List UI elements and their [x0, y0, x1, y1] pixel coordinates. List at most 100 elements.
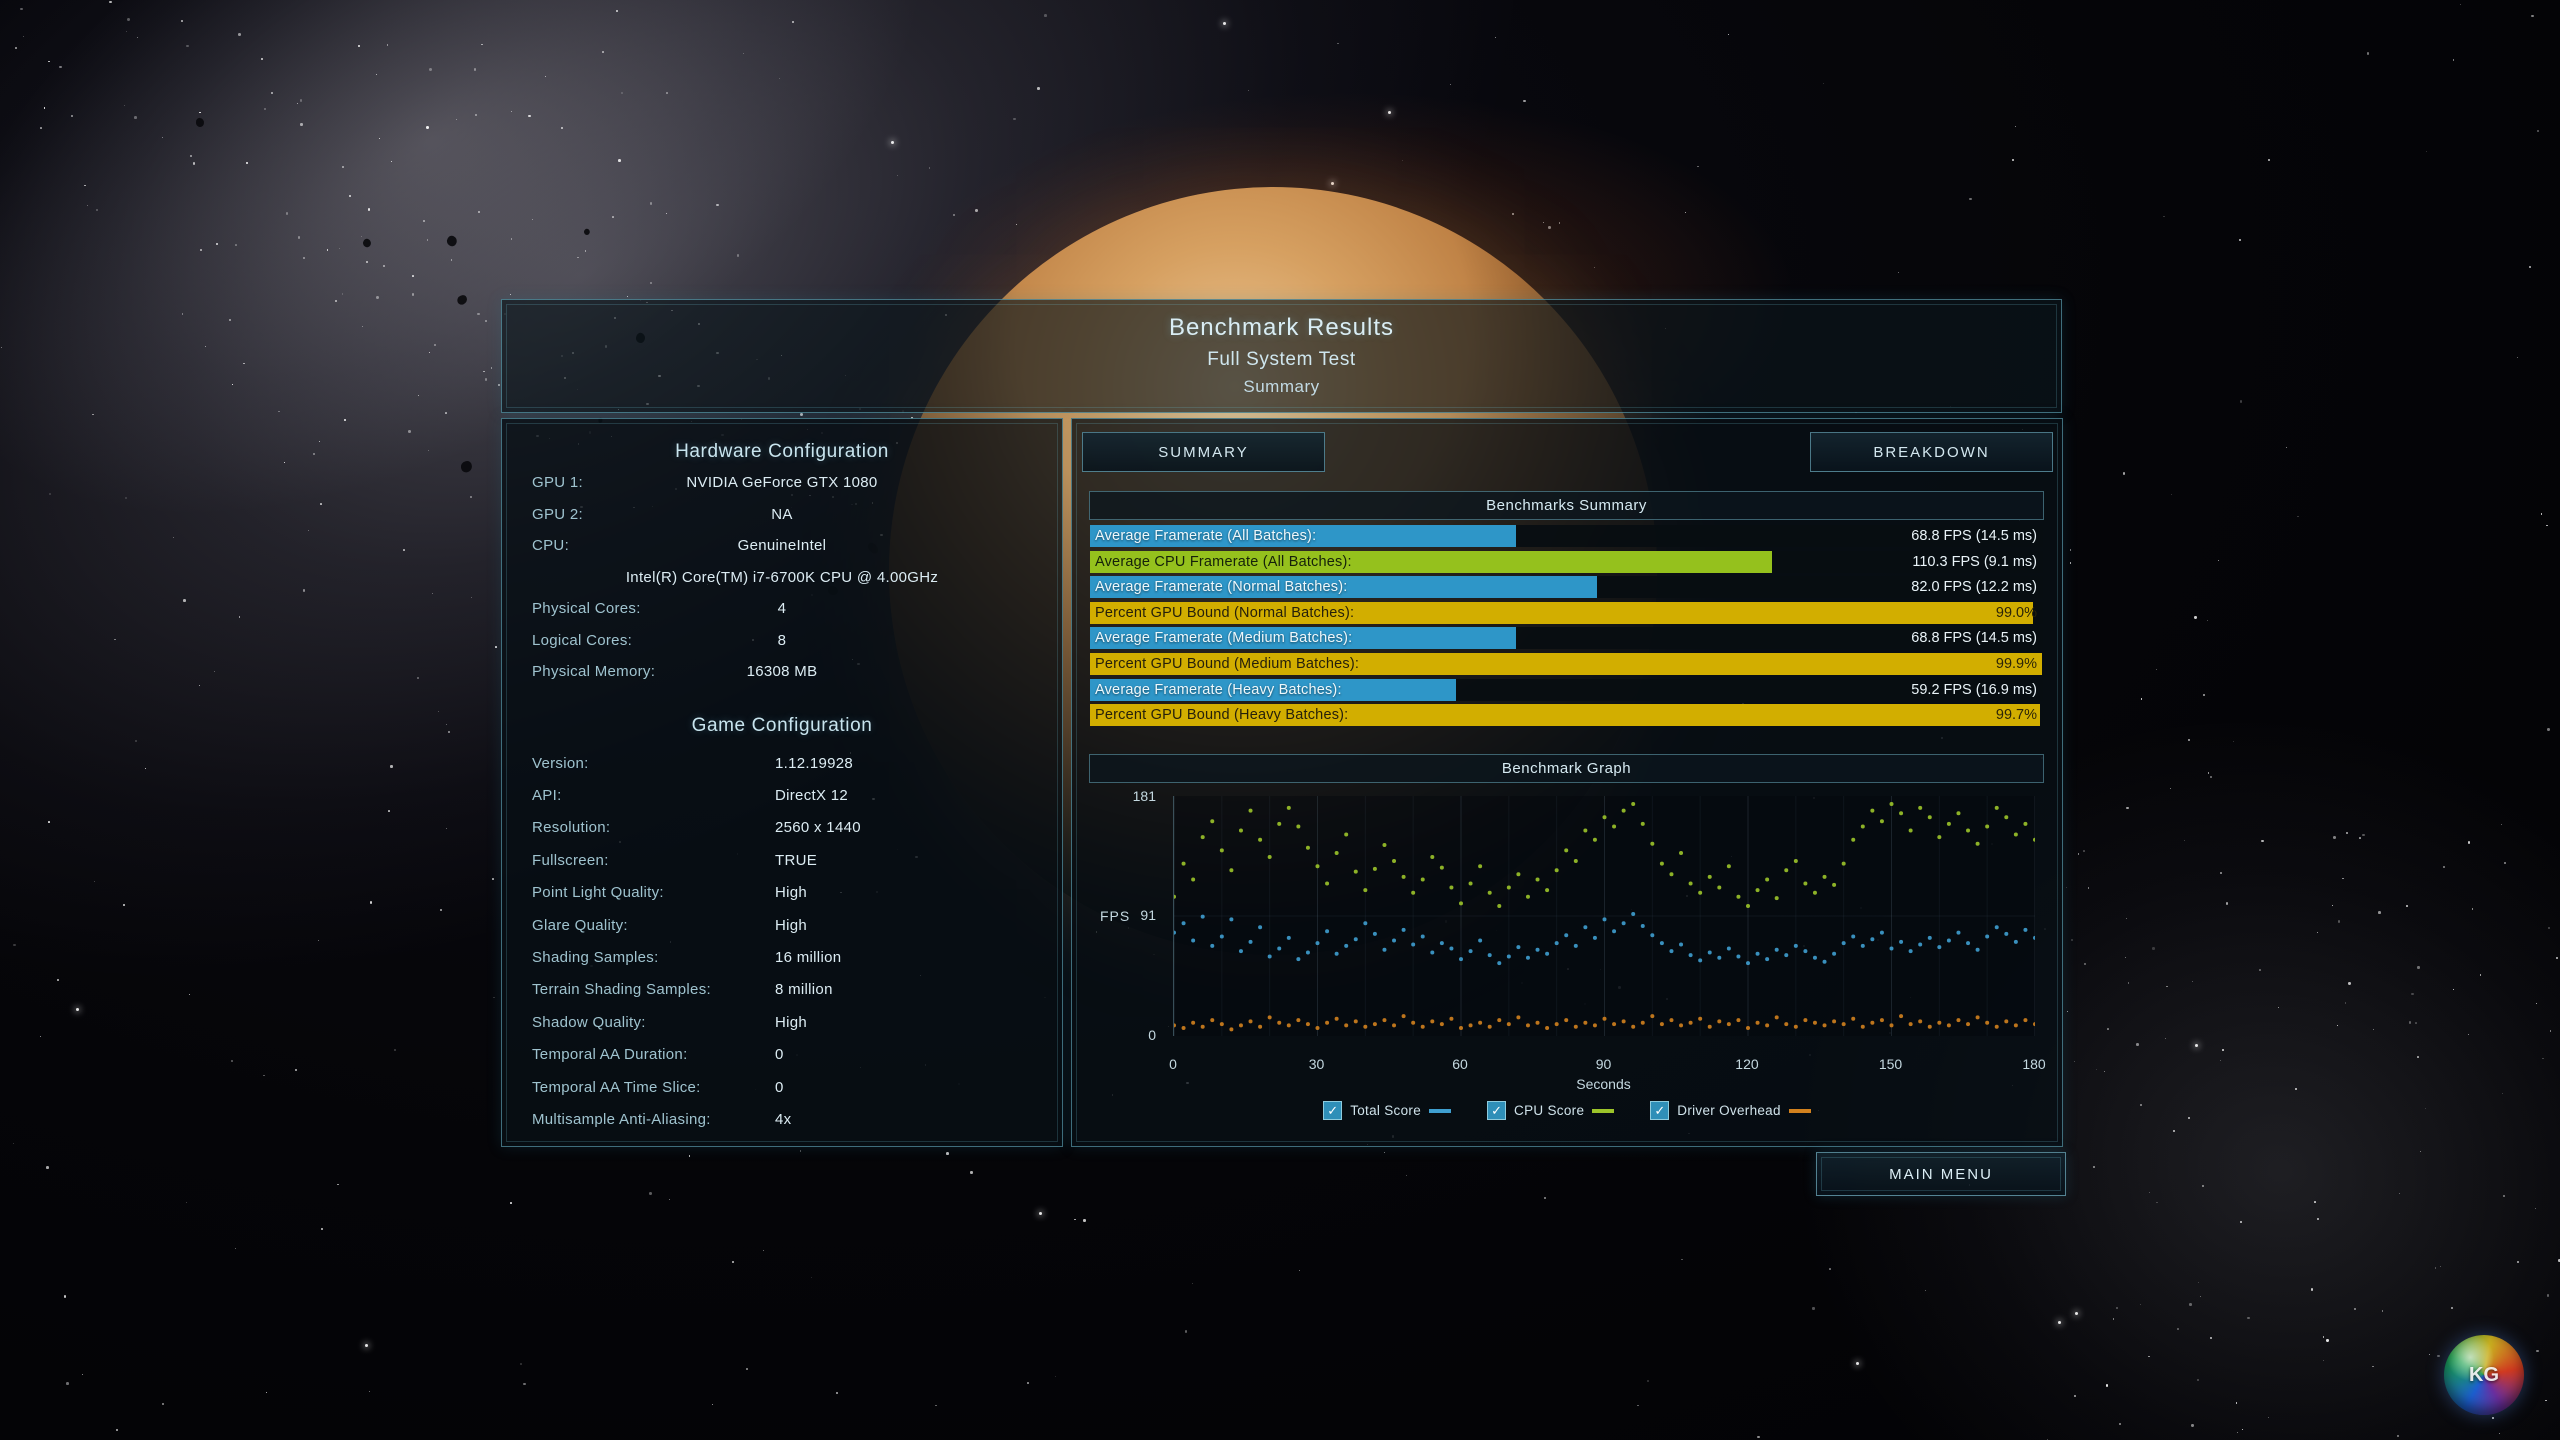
- legend-swatch: [1429, 1109, 1451, 1113]
- star: [162, 137, 163, 138]
- legend-checkbox[interactable]: ✓: [1323, 1101, 1342, 1120]
- benchmark-row-label: Percent GPU Bound (Medium Batches):: [1095, 653, 1359, 675]
- star: [2015, 126, 2016, 127]
- star: [1384, 1152, 1385, 1153]
- legend-label: Driver Overhead: [1677, 1103, 1781, 1118]
- star: [94, 881, 95, 882]
- config-label: Multisample Anti-Aliasing:: [532, 1103, 711, 1135]
- star: [510, 1202, 512, 1204]
- star: [2247, 1317, 2249, 1319]
- star: [320, 503, 322, 505]
- benchmark-row: Average Framerate (All Batches): 68.8 FPS…: [1090, 525, 2043, 547]
- legend-checkbox[interactable]: ✓: [1650, 1101, 1669, 1120]
- star: [2333, 836, 2336, 839]
- star: [2239, 239, 2241, 241]
- star: [746, 1368, 748, 1370]
- star: [266, 1392, 267, 1393]
- star: [2378, 911, 2381, 914]
- tab-summary[interactable]: SUMMARY: [1082, 432, 1325, 472]
- star: [137, 37, 138, 38]
- star: [2070, 549, 2072, 551]
- star: [232, 384, 233, 385]
- star: [666, 92, 668, 94]
- star: [650, 202, 652, 204]
- benchmark-graph-plot: [1173, 796, 2035, 1036]
- x-tick-label: 0: [1169, 1056, 1177, 1072]
- hardware-configuration-rows: GPU 1:NVIDIA GeForce GTX 1080GPU 2:NACPU…: [502, 467, 1062, 688]
- star: [2261, 840, 2263, 842]
- star: [2149, 1192, 2150, 1193]
- benchmark-row-label: Average CPU Framerate (All Batches):: [1095, 551, 1352, 573]
- legend-label: Total Score: [1350, 1103, 1421, 1118]
- tab-breakdown[interactable]: BREAKDOWN: [1810, 432, 2053, 472]
- star: [2074, 1061, 2075, 1062]
- star: [2314, 1201, 2316, 1203]
- config-value: DirectX 12: [775, 779, 848, 811]
- star: [365, 1344, 368, 1347]
- star: [612, 216, 614, 218]
- star: [412, 293, 414, 295]
- star: [1074, 1219, 1076, 1221]
- star: [145, 768, 146, 769]
- star: [40, 127, 42, 129]
- config-row: Temporal AA Time Slice:0: [502, 1071, 1062, 1103]
- star: [498, 384, 500, 386]
- star: [337, 1184, 339, 1186]
- star: [2012, 159, 2014, 161]
- star: [2171, 494, 2172, 495]
- star: [199, 685, 200, 686]
- x-tick-label: 60: [1452, 1056, 1468, 1072]
- config-row: GPU 1:NVIDIA GeForce GTX 1080: [502, 467, 1062, 499]
- star: [2317, 932, 2318, 933]
- benchmark-row-label: Average Framerate (Normal Batches):: [1095, 576, 1348, 598]
- star: [403, 549, 405, 551]
- star: [2399, 1193, 2400, 1194]
- star: [2529, 266, 2531, 268]
- star: [2332, 905, 2333, 906]
- benchmark-row-label: Average Framerate (Medium Batches):: [1095, 627, 1352, 649]
- star: [1450, 84, 1451, 85]
- star: [1823, 83, 1824, 84]
- results-panel: SUMMARY BREAKDOWN Benchmarks Summary Ave…: [1071, 418, 2063, 1147]
- benchmark-row-value: 99.9%: [1996, 653, 2037, 675]
- main-menu-button[interactable]: MAIN MENU: [1816, 1152, 2066, 1196]
- title-panel: Benchmark Results Full System Test Summa…: [501, 299, 2062, 413]
- star: [2504, 862, 2506, 864]
- star: [763, 1250, 764, 1251]
- star: [2070, 562, 2071, 563]
- star: [238, 33, 241, 36]
- star: [66, 1382, 69, 1385]
- star: [2323, 1336, 2324, 1337]
- star: [84, 185, 86, 187]
- star: [483, 371, 484, 372]
- star: [2166, 986, 2168, 988]
- legend-checkbox[interactable]: ✓: [1487, 1101, 1506, 1120]
- config-value: 1.12.19928: [775, 747, 853, 779]
- star: [2148, 1356, 2149, 1357]
- star: [2163, 216, 2165, 218]
- benchmark-row-value: 68.8 FPS (14.5 ms): [1911, 525, 2037, 547]
- config-row: CPU:GenuineIntel: [502, 530, 1062, 562]
- star: [235, 244, 237, 246]
- star: [1681, 1259, 1682, 1260]
- star: [427, 239, 428, 240]
- star: [246, 162, 247, 163]
- config-row: Shadow Quality:High: [502, 1006, 1062, 1038]
- kitguru-logo-text: KG: [2469, 1364, 2499, 1387]
- config-value: High: [775, 1006, 807, 1038]
- star: [92, 414, 94, 416]
- config-row: Multisample Anti-Aliasing:4x: [502, 1103, 1062, 1135]
- star: [57, 979, 59, 981]
- star: [1406, 1175, 1407, 1176]
- legend-swatch: [1592, 1109, 1614, 1113]
- star: [46, 1166, 49, 1169]
- benchmark-row-label: Average Framerate (All Batches):: [1095, 525, 1316, 547]
- star: [387, 44, 388, 45]
- config-value: 0: [775, 1039, 784, 1071]
- config-label: Point Light Quality:: [532, 877, 664, 909]
- config-row: Resolution:2560 x 1440: [502, 812, 1062, 844]
- config-value: 4: [502, 593, 1062, 625]
- star: [2208, 772, 2209, 773]
- star: [13, 944, 15, 946]
- star: [297, 103, 298, 104]
